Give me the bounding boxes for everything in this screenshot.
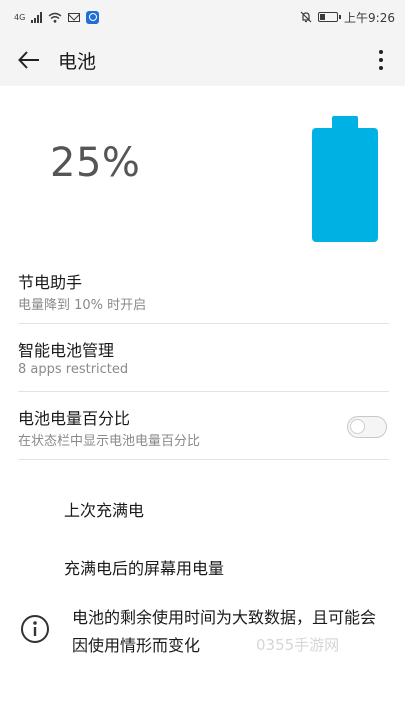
item-subtitle: 8 apps restricted [18, 362, 129, 377]
network-type-label: 4G [14, 12, 26, 22]
watermark: 0355手游网 [256, 636, 340, 654]
battery-percentage-toggle[interactable] [347, 416, 387, 438]
page-title: 电池 [58, 50, 97, 73]
battery-percentage-item[interactable]: 电池电量百分比 在状态栏中显示电池电量百分比 [18, 392, 389, 460]
more-vert-icon [379, 50, 383, 54]
battery-status-icon [318, 12, 342, 22]
info-text: 电池的剩余使用时间为大致数据，且可能会因使用情形而变化 [72, 608, 377, 655]
mute-bell-icon [300, 11, 312, 23]
item-title: 节电助手 [18, 273, 83, 292]
smart-battery-management-item[interactable]: 智能电池管理 8 apps restricted [18, 324, 389, 392]
battery-graphic-icon [312, 116, 378, 242]
back-button[interactable] [0, 34, 58, 86]
app-notification-icon [86, 10, 100, 24]
item-title: 智能电池管理 [18, 341, 115, 360]
battery-summary: 25% [0, 86, 405, 256]
power-saving-assistant-item[interactable]: 节电助手 电量降到 10% 时开启 [18, 256, 389, 324]
status-left: 4G [14, 10, 100, 24]
more-options-button[interactable] [371, 48, 391, 72]
last-full-charge-link[interactable]: 上次充满电 [64, 497, 144, 521]
toggle-knob [350, 419, 365, 434]
app-bar: 电池 [0, 34, 405, 86]
status-bar: 4G 上午9:26 [0, 0, 405, 34]
mail-icon [68, 12, 81, 22]
item-subtitle: 在状态栏中显示电池电量百分比 [18, 434, 201, 449]
status-right: 上午9:26 [300, 9, 395, 26]
battery-percent: 25% [50, 140, 141, 186]
item-title: 电池电量百分比 [18, 409, 131, 428]
item-subtitle: 电量降到 10% 时开启 [18, 298, 147, 313]
signal-icon [31, 11, 43, 23]
screen-usage-since-full-link[interactable]: 充满电后的屏幕用电量 [64, 555, 224, 579]
info-icon [21, 615, 49, 643]
arrow-left-icon [18, 51, 39, 69]
wifi-icon [48, 12, 62, 23]
clock: 上午9:26 [344, 10, 395, 25]
